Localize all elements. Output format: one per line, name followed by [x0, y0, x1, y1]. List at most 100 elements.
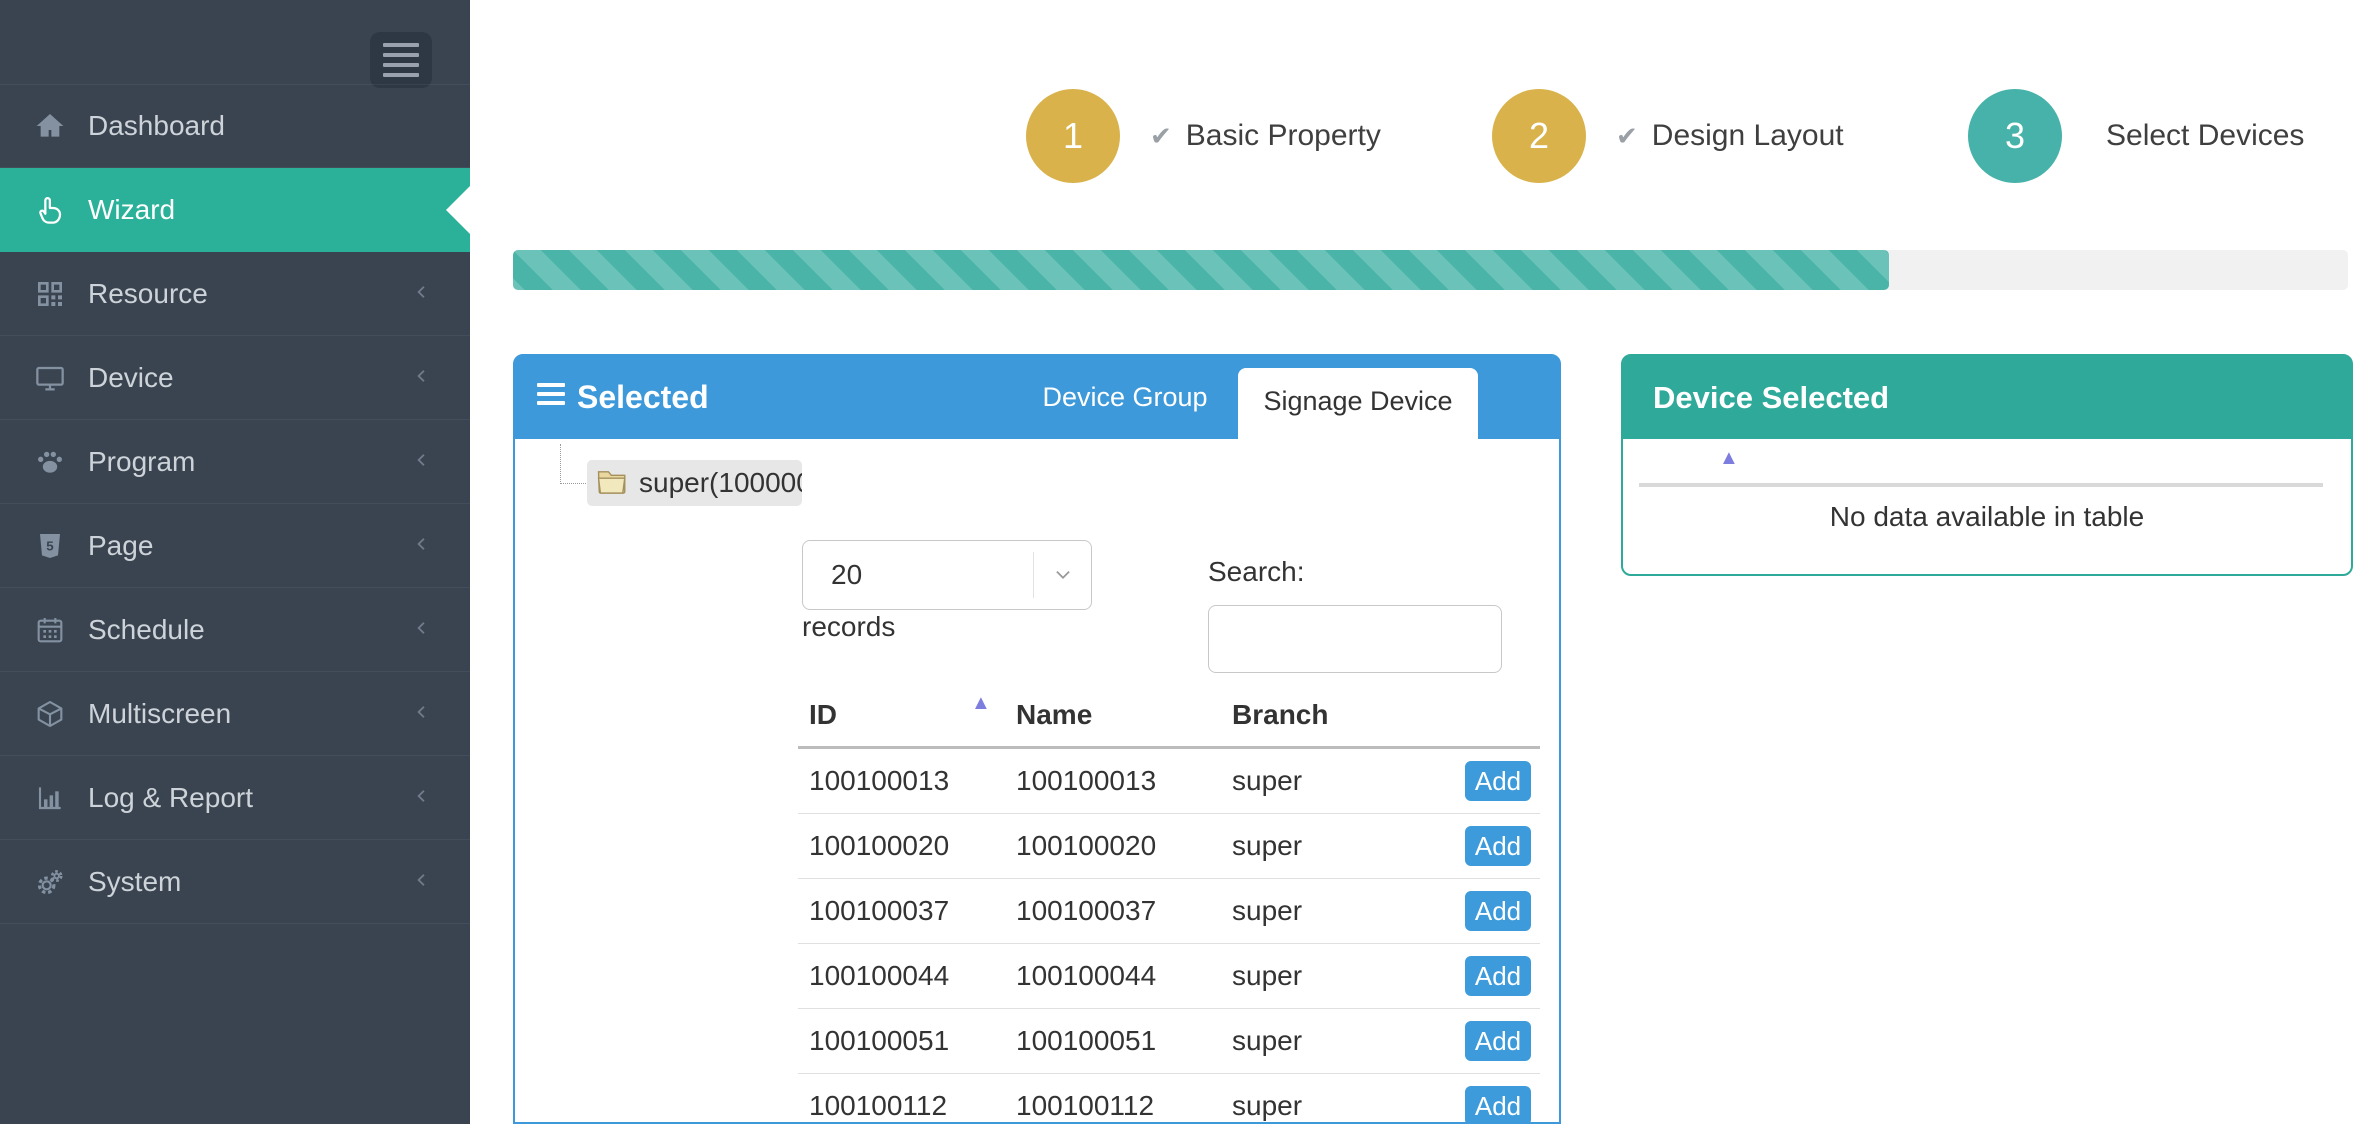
cell-branch: super: [1232, 1025, 1402, 1057]
sidebar-item-label: Page: [88, 530, 153, 562]
check-icon: ✔: [1150, 121, 1172, 152]
records-suffix-label: records: [802, 611, 895, 643]
sidebar-item-label: Program: [88, 446, 195, 478]
paw-icon: [34, 445, 78, 479]
cell-name: 100100112: [1016, 1090, 1232, 1122]
check-icon: ✔: [1616, 121, 1638, 152]
selected-panel: Selected Device Group Signage Device sup…: [513, 354, 1561, 1124]
cell-branch: super: [1232, 895, 1402, 927]
add-device-button[interactable]: Add: [1465, 1021, 1531, 1061]
add-device-button[interactable]: Add: [1465, 761, 1531, 801]
sidebar-item-wizard[interactable]: Wizard: [0, 168, 470, 252]
cell-name: 100100020: [1016, 830, 1232, 862]
cell-branch: super: [1232, 960, 1402, 992]
sidebar-toggle-button[interactable]: [370, 32, 432, 88]
chevron-left-icon: [414, 530, 428, 562]
tree-connector-line: [560, 483, 588, 484]
add-device-button[interactable]: Add: [1465, 956, 1531, 996]
panel-menu-icon[interactable]: [537, 383, 565, 405]
step-basic-property[interactable]: 1 ✔ Basic Property: [1026, 89, 1381, 183]
step-design-layout[interactable]: 2 ✔ Design Layout: [1492, 89, 1844, 183]
sidebar-item-system[interactable]: System: [0, 840, 470, 924]
records-per-page-value: 20: [831, 559, 1033, 591]
chevron-left-icon: [414, 362, 428, 394]
monitor-icon: [34, 361, 78, 395]
sidebar-item-label: Device: [88, 362, 174, 394]
device-selected-panel: Device Selected ▲ No data available in t…: [1621, 354, 2353, 576]
step-number-badge: 1: [1026, 89, 1120, 183]
tree-connector-line: [560, 444, 561, 484]
panel-title: Selected: [577, 356, 709, 439]
selected-panel-body: super(100000 20 records Search: ID ▲ Nam…: [515, 439, 1559, 1122]
sidebar-nav: Dashboard Wizard Resource: [0, 84, 470, 924]
cell-id: 100100044: [798, 960, 1016, 992]
calendar-icon: [34, 613, 78, 647]
empty-table-message: No data available in table: [1623, 501, 2351, 533]
step-select-devices[interactable]: 3 Select Devices: [1968, 89, 2304, 183]
sidebar-item-label: Multiscreen: [88, 698, 231, 730]
panel-title: Device Selected: [1653, 380, 1889, 416]
sidebar-item-label: Wizard: [88, 194, 175, 226]
gears-icon: [34, 865, 78, 899]
step-label: Basic Property: [1186, 119, 1381, 153]
add-device-button[interactable]: Add: [1465, 1086, 1531, 1124]
table-row: 100100013 100100013 super Add: [798, 749, 1540, 814]
device-table: ID ▲ Name Branch 100100013 100100013 sup…: [798, 684, 1540, 1124]
column-header-branch[interactable]: Branch: [1232, 699, 1402, 731]
table-row: 100100020 100100020 super Add: [798, 814, 1540, 879]
add-device-button[interactable]: Add: [1465, 891, 1531, 931]
tree-node-label: super(100000: [639, 467, 802, 499]
cell-name: 100100013: [1016, 765, 1232, 797]
sidebar-item-log-report[interactable]: Log & Report: [0, 756, 470, 840]
sidebar: Dashboard Wizard Resource: [0, 0, 470, 1124]
search-input[interactable]: [1208, 605, 1502, 673]
step-label: Select Devices: [2106, 119, 2304, 153]
folder-icon: [595, 466, 629, 501]
cell-id: 100100112: [798, 1090, 1016, 1122]
sidebar-item-schedule[interactable]: Schedule: [0, 588, 470, 672]
chevron-left-icon: [414, 698, 428, 730]
qrcode-icon: [34, 277, 78, 311]
device-selected-body: ▲ No data available in table: [1623, 439, 2351, 574]
step-number-badge: 2: [1492, 89, 1586, 183]
cell-name: 100100037: [1016, 895, 1232, 927]
selected-panel-header: Selected Device Group Signage Device: [515, 356, 1559, 439]
cell-branch: super: [1232, 830, 1402, 862]
sidebar-item-multiscreen[interactable]: Multiscreen: [0, 672, 470, 756]
sort-asc-icon: ▲: [1719, 447, 1739, 470]
sidebar-item-label: System: [88, 866, 181, 898]
tree-node-super[interactable]: super(100000: [587, 460, 802, 506]
tab-device-group[interactable]: Device Group: [1020, 356, 1230, 439]
tab-signage-device[interactable]: Signage Device: [1238, 368, 1478, 439]
sidebar-item-program[interactable]: Program: [0, 420, 470, 504]
active-item-arrow: [446, 186, 470, 234]
sidebar-item-resource[interactable]: Resource: [0, 252, 470, 336]
hand-pointer-icon: [34, 193, 78, 227]
chevron-left-icon: [414, 782, 428, 814]
sidebar-item-label: Dashboard: [88, 110, 225, 142]
column-header-name[interactable]: Name: [1016, 699, 1232, 731]
chevron-left-icon: [414, 446, 428, 478]
wizard-progress-fill: [513, 250, 1889, 290]
table-row: 100100037 100100037 super Add: [798, 879, 1540, 944]
html5-icon: 5: [34, 529, 78, 563]
search-label: Search:: [1208, 556, 1305, 588]
cell-id: 100100013: [798, 765, 1016, 797]
chevron-left-icon: [414, 866, 428, 898]
sidebar-item-dashboard[interactable]: Dashboard: [0, 84, 470, 168]
table-row: 100100044 100100044 super Add: [798, 944, 1540, 1009]
records-per-page-select[interactable]: 20: [802, 540, 1092, 610]
wizard-steps: 1 ✔ Basic Property 2 ✔ Design Layout 3 S…: [470, 0, 2354, 230]
sort-asc-icon: ▲: [971, 692, 991, 715]
add-device-button[interactable]: Add: [1465, 826, 1531, 866]
app-window: Dashboard Wizard Resource: [0, 0, 2354, 1124]
header-divider: [1639, 483, 2323, 487]
bar-chart-icon: [34, 781, 78, 815]
chevron-left-icon: [414, 278, 428, 310]
sidebar-item-device[interactable]: Device: [0, 336, 470, 420]
sidebar-item-label: Schedule: [88, 614, 205, 646]
chevron-down-icon: [1033, 552, 1091, 598]
cell-name: 100100044: [1016, 960, 1232, 992]
wizard-progress-track: [513, 250, 2348, 290]
sidebar-item-page[interactable]: 5 Page: [0, 504, 470, 588]
